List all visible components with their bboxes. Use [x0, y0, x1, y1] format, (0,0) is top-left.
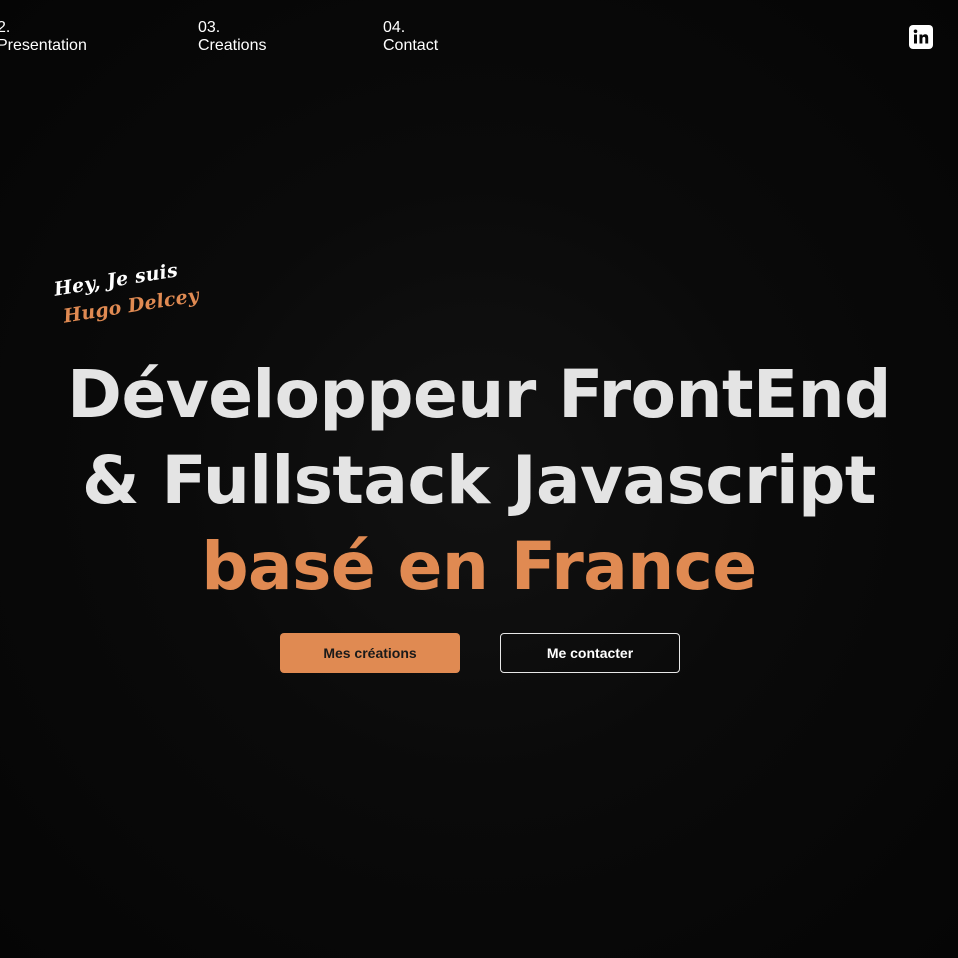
- my-creations-button[interactable]: Mes créations: [280, 633, 460, 673]
- nav-item-label: Contact: [383, 37, 439, 54]
- headline-line-3: basé en France: [201, 528, 757, 605]
- nav-item-number: 2.: [0, 19, 11, 36]
- nav-item-number: 03.: [198, 19, 221, 36]
- linkedin-icon[interactable]: [909, 25, 933, 49]
- hero-headline: Développeur FrontEnd & Fullstack Javascr…: [0, 352, 958, 610]
- headline-line-2: & Fullstack Javascript: [82, 442, 876, 519]
- nav-item-contact[interactable]: 04. Contact: [383, 19, 438, 55]
- headline-line-1: Développeur FrontEnd: [67, 356, 891, 433]
- greeting: Hey, Je suis Hugo Delcey: [52, 254, 201, 332]
- nav-item-creations[interactable]: 03. Creations: [198, 19, 266, 55]
- nav-item-label: Creations: [198, 37, 267, 54]
- contact-me-button[interactable]: Me contacter: [500, 633, 680, 673]
- nav-item-presentation[interactable]: 2. Presentation: [0, 19, 87, 55]
- nav-item-number: 04.: [383, 19, 406, 36]
- nav-item-label: Presentation: [0, 37, 87, 54]
